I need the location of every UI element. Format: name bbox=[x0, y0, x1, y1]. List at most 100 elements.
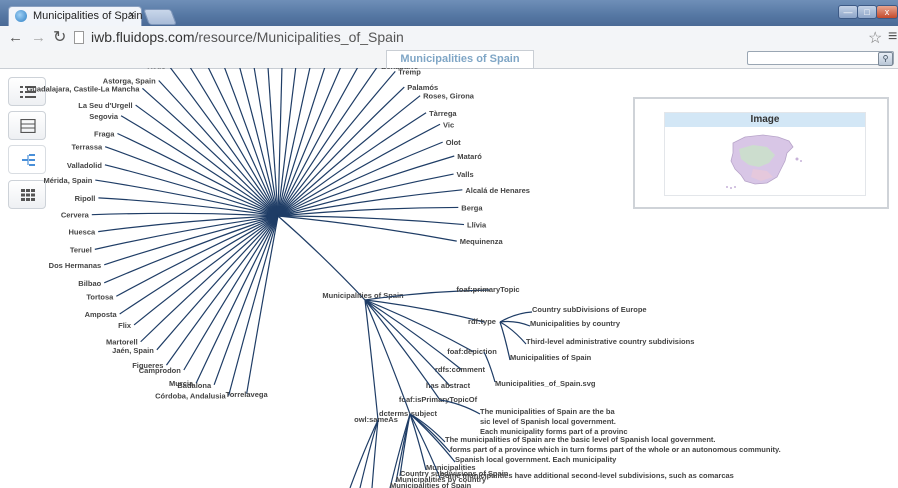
type-node[interactable]: Third-level administrative country subdi… bbox=[526, 337, 694, 346]
municipality-node[interactable]: La Seu d'Urgell bbox=[78, 101, 132, 110]
municipality-node[interactable]: Jaén, Spain bbox=[112, 346, 154, 355]
graph-edge bbox=[277, 112, 427, 217]
spain-map-image[interactable] bbox=[723, 131, 813, 191]
maximize-button[interactable]: □ bbox=[857, 5, 877, 19]
predicate-node[interactable]: foaf:isPrimaryTopicOf bbox=[399, 395, 478, 404]
minimize-button[interactable]: — bbox=[838, 5, 858, 19]
municipality-node[interactable]: Guadalajara, Castile-La Mancha bbox=[26, 84, 140, 93]
browser-toolbar: ← → ↻ iwb.fluidops.com/resource/Municipa… bbox=[0, 26, 898, 51]
municipality-node[interactable]: Valls bbox=[457, 170, 474, 179]
graph-edge bbox=[277, 141, 443, 217]
municipality-node[interactable]: Mataró bbox=[457, 152, 482, 161]
image-title: Image bbox=[665, 113, 865, 127]
browser-tab[interactable]: Municipalities of Spain × bbox=[8, 6, 142, 26]
municipality-node[interactable]: Murcia bbox=[169, 379, 194, 388]
municipality-node[interactable]: Tremp bbox=[398, 68, 421, 76]
graph-edge bbox=[91, 212, 279, 217]
graph-edge bbox=[253, 68, 279, 217]
municipality-node[interactable]: Roses, Girona bbox=[423, 92, 475, 101]
new-tab-button[interactable] bbox=[143, 9, 177, 25]
search-input[interactable] bbox=[747, 51, 894, 65]
municipality-node[interactable]: Tàrrega bbox=[429, 109, 457, 118]
graph-edge bbox=[277, 215, 457, 242]
municipality-node[interactable]: Dos Hermanas bbox=[49, 261, 102, 270]
page-header: Municipalities of Spain ⚲ bbox=[0, 50, 898, 69]
predicate-node[interactable]: foaf:primaryTopic bbox=[456, 285, 519, 294]
graph-edge bbox=[277, 68, 359, 217]
comment-node[interactable]: The municipalities of Spain are the basi… bbox=[445, 435, 716, 444]
graph-edge bbox=[277, 68, 311, 217]
favicon-icon bbox=[15, 10, 27, 22]
graph-edge bbox=[189, 68, 279, 217]
page-title[interactable]: Municipalities of Spain bbox=[386, 50, 534, 68]
depiction-node[interactable]: Municipalities_of_Spain.svg bbox=[495, 379, 596, 388]
graph-edge bbox=[277, 215, 366, 301]
close-window-button[interactable]: x bbox=[876, 5, 898, 19]
municipality-node[interactable]: Fraga bbox=[94, 129, 115, 138]
reload-icon[interactable]: ↻ bbox=[53, 30, 66, 46]
menu-icon[interactable]: ≡ bbox=[888, 28, 897, 46]
municipality-node[interactable]: Cervera bbox=[61, 211, 90, 220]
bookmark-star-icon[interactable]: ☆ bbox=[868, 28, 882, 48]
predicate-node[interactable]: foaf:depiction bbox=[447, 347, 497, 356]
municipality-node[interactable]: Terrassa bbox=[71, 143, 103, 152]
abstract-node[interactable]: The municipalities of Spain are the ba bbox=[480, 407, 615, 416]
graph-edge bbox=[116, 215, 279, 297]
municipality-node[interactable]: Palamós bbox=[407, 83, 438, 92]
graph-edge bbox=[349, 419, 379, 488]
municipality-node[interactable]: Amposta bbox=[85, 310, 118, 319]
image-widget: Image bbox=[633, 97, 889, 209]
graph-edge bbox=[142, 87, 279, 217]
type-node[interactable]: Country subDivisions of Europe bbox=[532, 305, 647, 314]
graph-edge bbox=[156, 215, 279, 351]
municipality-node[interactable]: Figueres bbox=[132, 361, 163, 370]
forward-arrow-icon[interactable]: → bbox=[31, 30, 46, 46]
municipality-node[interactable]: Córdoba, Andalusia bbox=[155, 392, 226, 401]
graph-edge bbox=[499, 311, 533, 323]
municipality-node[interactable]: Huesca bbox=[68, 228, 96, 237]
municipality-node[interactable]: Alcalá de Henares bbox=[465, 186, 530, 195]
municipality-node[interactable]: Valladolid bbox=[67, 161, 102, 170]
municipality-node[interactable]: Torrelavega bbox=[226, 390, 269, 399]
address-bar[interactable]: iwb.fluidops.com/resource/Municipalities… bbox=[91, 29, 404, 45]
search-icon[interactable]: ⚲ bbox=[878, 52, 893, 66]
municipality-node[interactable]: Vic bbox=[443, 120, 454, 129]
graph-edge bbox=[246, 215, 279, 394]
municipality-node[interactable]: Astorga, Spain bbox=[103, 77, 156, 86]
type-node[interactable]: Municipalities of Spain bbox=[510, 353, 592, 362]
predicate-node[interactable]: rdf:type bbox=[468, 317, 496, 326]
graph-edge bbox=[364, 299, 379, 421]
municipality-node[interactable]: Mérida, Spain bbox=[44, 176, 93, 185]
municipality-node[interactable]: Teruel bbox=[70, 245, 92, 254]
predicate-node[interactable]: owl:sameAs bbox=[354, 415, 398, 424]
municipality-node[interactable]: Olot bbox=[446, 138, 461, 147]
center-node-label[interactable]: Municipalities of Spain bbox=[322, 291, 404, 300]
predicate-node[interactable]: rdfs:comment bbox=[435, 365, 486, 374]
municipality-node[interactable]: Mequinenza bbox=[460, 237, 504, 246]
abstract-node-2[interactable]: sic level of Spanish local government. bbox=[480, 417, 616, 426]
municipality-node[interactable]: Ripoll bbox=[75, 194, 96, 203]
graph-edge bbox=[277, 215, 465, 226]
tab-title: Municipalities of Spain bbox=[33, 10, 143, 22]
url-path: /resource/Municipalities_of_Spain bbox=[194, 29, 404, 45]
municipality-node[interactable]: Berga bbox=[461, 203, 483, 212]
municipality-node[interactable]: Bilbao bbox=[78, 279, 101, 288]
municipality-node[interactable]: Martorell bbox=[106, 338, 138, 347]
back-arrow-icon[interactable]: ← bbox=[8, 30, 23, 46]
municipality-node[interactable]: Flix bbox=[118, 321, 132, 330]
url-host: iwb.fluidops.com bbox=[91, 29, 195, 45]
graph-edge bbox=[277, 86, 405, 217]
municipality-node[interactable]: Reus bbox=[147, 68, 165, 70]
graph-edge bbox=[364, 299, 441, 401]
comment-node[interactable]: Spanish local government. Each municipal… bbox=[455, 455, 617, 464]
image-card: Image bbox=[664, 112, 866, 196]
tab-close-icon[interactable]: × bbox=[129, 9, 135, 21]
municipality-node[interactable]: Segovia bbox=[89, 112, 119, 121]
graph-edge bbox=[98, 215, 279, 233]
comment-node[interactable]: Municipalities of Spain bbox=[390, 481, 472, 488]
comment-node[interactable]: forms part of a province which in turn f… bbox=[450, 445, 781, 454]
graph-edge bbox=[165, 215, 279, 366]
type-node[interactable]: Municipalities by country bbox=[530, 319, 621, 328]
municipality-node[interactable]: Tortosa bbox=[86, 292, 114, 301]
municipality-node[interactable]: Llívia bbox=[467, 221, 487, 230]
